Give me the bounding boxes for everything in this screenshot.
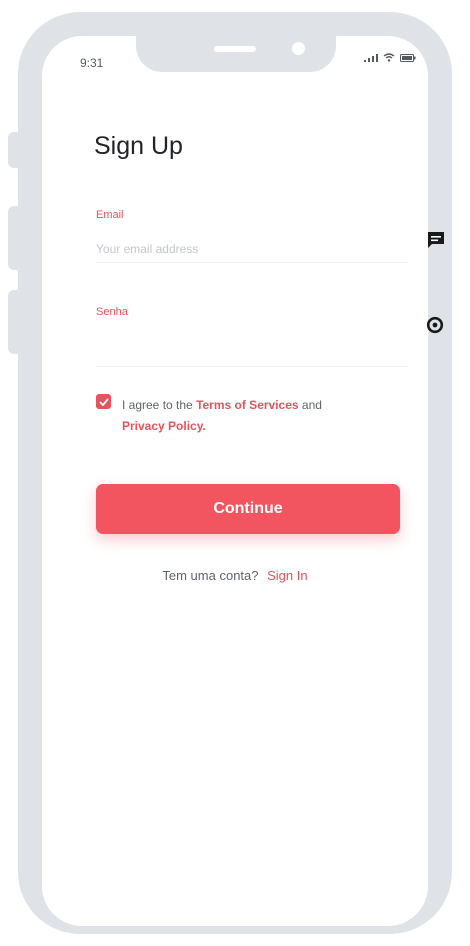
terms-prefix: I agree to the — [122, 398, 193, 412]
signin-row: Tem uma conta? Sign In — [42, 568, 428, 583]
phone-screen: 9:31 Sign Up Email Senha I agree to the … — [42, 36, 428, 926]
status-time: 9:31 — [80, 56, 104, 70]
privacy-policy-link[interactable]: Privacy Policy. — [122, 419, 206, 433]
phone-side-button — [8, 132, 22, 168]
wifi-icon — [383, 53, 395, 62]
signin-prompt: Tem uma conta? — [162, 568, 259, 583]
terms-text: I agree to the Terms of Services and Pri… — [122, 395, 392, 437]
phone-notch — [136, 36, 336, 72]
status-icons — [364, 53, 416, 62]
password-field[interactable] — [96, 340, 408, 367]
phone-volume-down-button — [8, 290, 22, 354]
speaker-grille — [214, 46, 256, 52]
settings-icon[interactable] — [425, 315, 445, 335]
checkmark-icon — [98, 397, 109, 406]
front-camera — [292, 42, 305, 55]
phone-volume-up-button — [8, 206, 22, 270]
email-field[interactable] — [96, 236, 408, 263]
terms-of-service-link[interactable]: Terms of Services — [196, 398, 299, 412]
terms-checkbox[interactable] — [96, 394, 111, 409]
page-title: Sign Up — [94, 132, 183, 160]
terms-and: and — [301, 398, 322, 412]
battery-icon — [400, 53, 416, 62]
continue-button[interactable]: Continue — [96, 484, 400, 534]
sign-in-link[interactable]: Sign In — [267, 568, 307, 583]
email-label: Email — [96, 209, 124, 221]
signal-icon — [364, 53, 378, 62]
comment-icon[interactable] — [426, 231, 446, 249]
password-label: Senha — [96, 306, 128, 318]
